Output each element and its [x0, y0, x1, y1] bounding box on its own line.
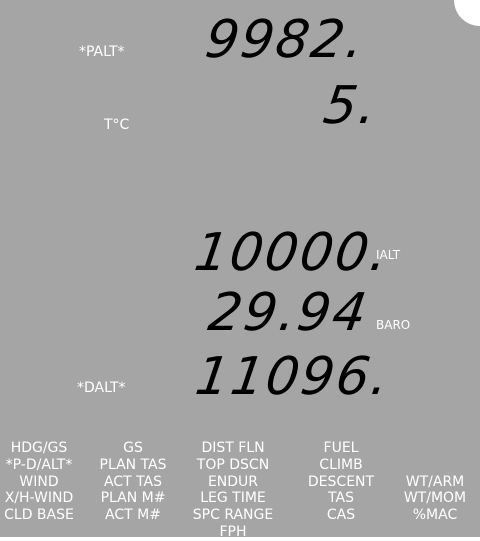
menu-item-spc-range[interactable]: SPC RANGE — [186, 507, 280, 524]
menu-item-descent[interactable]: DESCENT — [300, 474, 382, 491]
ialt-unit: IALT — [376, 248, 401, 262]
menu-item-cld-base[interactable]: CLD BASE — [0, 507, 78, 524]
menu-item-x-h-wind[interactable]: X/H-WIND — [0, 490, 78, 507]
menu-item-fph[interactable]: FPH — [186, 524, 280, 541]
menu-item-wt-arm[interactable]: WT/ARM — [392, 474, 478, 491]
menu-item-wt-mom[interactable]: WT/MOM — [392, 490, 478, 507]
dalt-label: *DALT* — [77, 380, 126, 396]
menu-column-4: FUEL CLIMB DESCENT TAS CAS — [300, 440, 382, 524]
menu-column-3: DIST FLN TOP DSCN ENDUR LEG TIME SPC RAN… — [186, 440, 280, 541]
menu-item-fuel[interactable]: FUEL — [300, 440, 382, 457]
menu-item-gs[interactable]: GS — [88, 440, 178, 457]
menu-item-wind[interactable]: WIND — [0, 474, 78, 491]
menu-item-cas[interactable]: CAS — [300, 507, 382, 524]
menu-column-2: GS PLAN TAS ACT TAS PLAN M# ACT M# — [88, 440, 178, 524]
temp-value: 5. — [319, 76, 382, 136]
baro-unit: BARO — [376, 318, 411, 332]
dalt-value: 11096. — [191, 347, 395, 407]
menu-item-p-d-alt[interactable]: *P-D/ALT* — [0, 457, 78, 474]
menu-item-dist-fln[interactable]: DIST FLN — [186, 440, 280, 457]
menu-item-climb[interactable]: CLIMB — [300, 457, 382, 474]
menu-item-endur[interactable]: ENDUR — [186, 474, 280, 491]
menu-item-pct-mac[interactable]: %MAC — [392, 507, 478, 524]
palt-label: *PALT* — [79, 44, 125, 60]
menu-column-1: HDG/GS *P-D/ALT* WIND X/H-WIND CLD BASE — [0, 440, 78, 524]
lcd-display: *PALT* 9982. T°C 5. 10000. IALT 29.94 BA… — [0, 0, 480, 540]
menu-item-hdg-gs[interactable]: HDG/GS — [0, 440, 78, 457]
menu-item-leg-time[interactable]: LEG TIME — [186, 490, 280, 507]
menu-item-plan-mach[interactable]: PLAN M# — [88, 490, 178, 507]
menu-item-tas[interactable]: TAS — [300, 490, 382, 507]
menu-item-plan-tas[interactable]: PLAN TAS — [88, 457, 178, 474]
function-menu: HDG/GS *P-D/ALT* WIND X/H-WIND CLD BASE … — [0, 440, 480, 540]
menu-column-5: WT/ARM WT/MOM %MAC — [392, 474, 478, 524]
menu-item-act-mach[interactable]: ACT M# — [88, 507, 178, 524]
palt-value: 9982. — [201, 10, 370, 70]
temp-label: T°C — [104, 117, 130, 133]
menu-item-act-tas[interactable]: ACT TAS — [88, 474, 178, 491]
baro-value: 29.94 — [204, 283, 373, 343]
ialt-value: 10000. — [190, 223, 394, 283]
menu-item-top-dscn[interactable]: TOP DSCN — [186, 457, 280, 474]
